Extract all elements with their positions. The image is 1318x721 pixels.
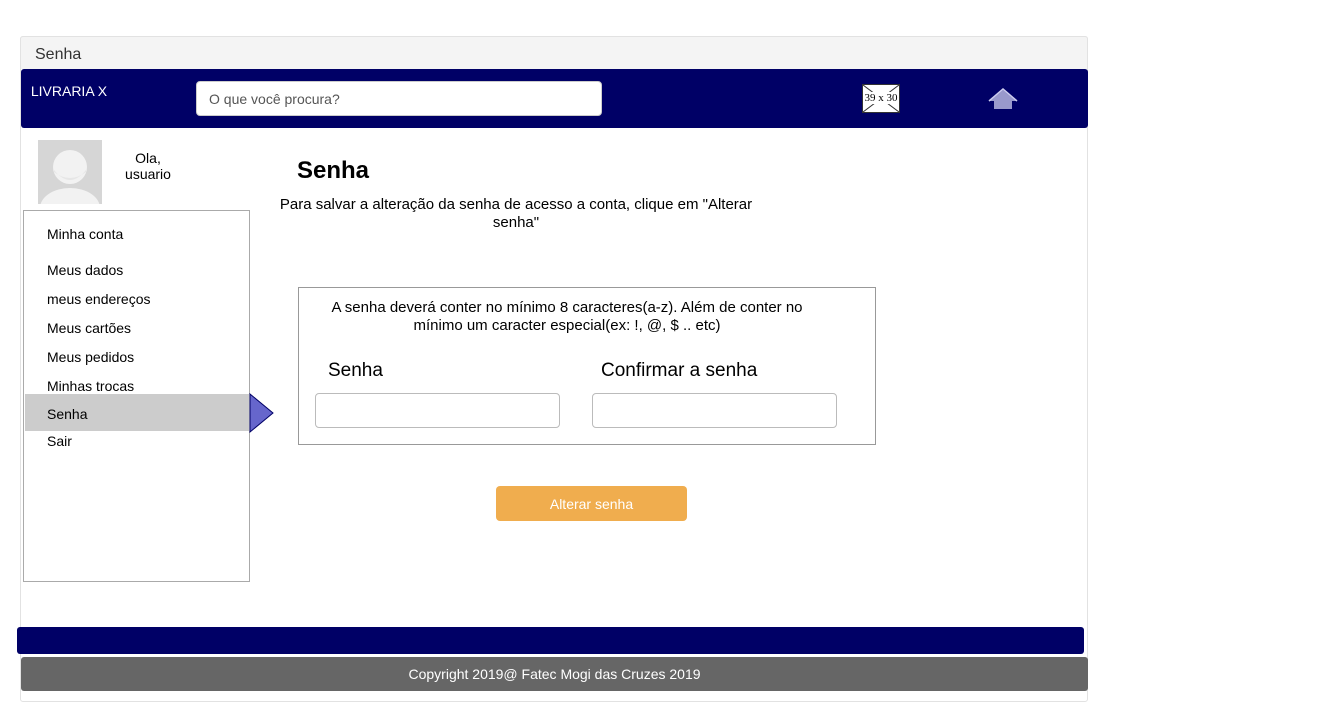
sidebar-item-meus-cartoes[interactable]: Meus cartões <box>47 320 131 336</box>
change-password-button[interactable]: Alterar senha <box>496 486 687 521</box>
logo[interactable]: LIVRARIA X <box>30 83 108 99</box>
page-title: Senha <box>297 157 370 184</box>
image-placeholder-label: 39 x 30 <box>863 92 899 104</box>
sidebar-item-sair[interactable]: Sair <box>47 433 72 449</box>
user-greeting: Ola, usuario <box>125 150 171 182</box>
home-icon[interactable] <box>988 88 1018 110</box>
password-label: Senha <box>328 360 383 381</box>
password-field[interactable] <box>315 393 560 428</box>
active-indicator-arrow <box>249 393 274 433</box>
confirm-password-label: Confirmar a senha <box>601 360 758 381</box>
copyright-bar: Copyright 2019@ Fatec Mogi das Cruzes 20… <box>21 657 1088 691</box>
sidebar-item-meus-pedidos[interactable]: Meus pedidos <box>47 349 134 365</box>
sidebar-item-minha-conta[interactable]: Minha conta <box>47 226 123 242</box>
password-rules: A senha deverá conter no mínimo 8 caract… <box>331 299 803 334</box>
sidebar-item-senha[interactable]: Senha <box>47 406 87 422</box>
window-title: Senha <box>35 46 82 63</box>
image-placeholder: 39 x 30 <box>862 84 900 113</box>
sidebar-item-minhas-trocas[interactable]: Minhas trocas <box>47 378 134 394</box>
sidebar-item-meus-dados[interactable]: Meus dados <box>47 262 123 278</box>
sidebar-item-meus-enderecos[interactable]: meus endereços <box>47 291 151 307</box>
confirm-password-field[interactable] <box>592 393 837 428</box>
footer-bar <box>17 627 1084 654</box>
window-titlebar <box>20 36 1088 69</box>
search-input[interactable] <box>196 81 602 116</box>
page-instructions: Para salvar a alteração da senha de aces… <box>279 196 753 231</box>
avatar <box>38 140 102 204</box>
